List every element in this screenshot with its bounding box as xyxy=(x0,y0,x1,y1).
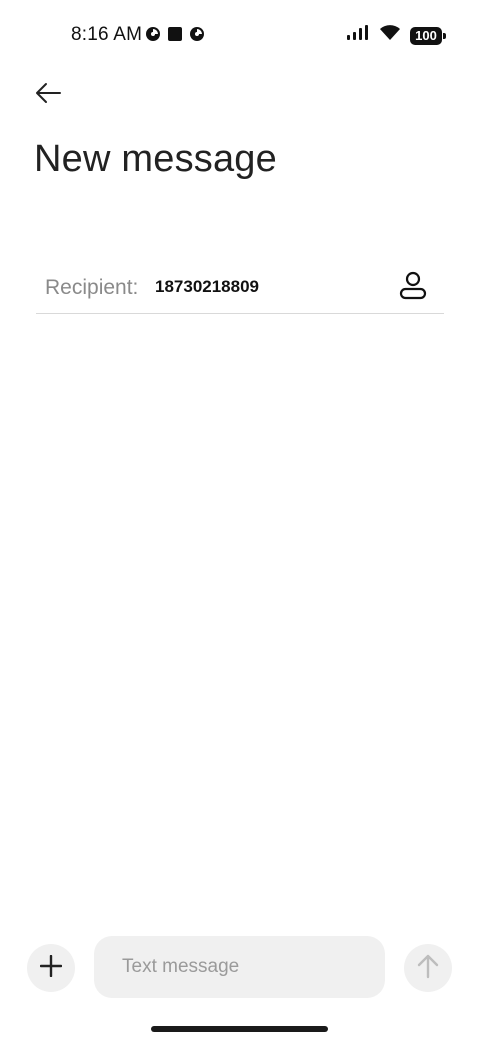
message-box xyxy=(94,936,385,998)
signal-icon xyxy=(346,24,370,47)
arrow-up-icon xyxy=(417,953,439,984)
message-input[interactable] xyxy=(122,952,362,982)
notification-app-icon xyxy=(189,26,205,47)
status-bar: 8:16 AM 100 xyxy=(0,0,480,70)
square-notification-icon xyxy=(167,26,183,47)
contact-picker-button[interactable] xyxy=(396,270,430,304)
back-button[interactable] xyxy=(30,78,66,112)
message-composer xyxy=(0,936,480,1000)
home-indicator[interactable] xyxy=(151,1026,328,1032)
recipient-row: Recipient: xyxy=(36,262,444,314)
notification-app-icon xyxy=(145,26,161,47)
status-time: 8:16 AM xyxy=(71,24,143,45)
plus-icon xyxy=(39,954,63,982)
battery-icon: 100 xyxy=(410,26,446,45)
page-title: New message xyxy=(34,138,277,180)
person-icon xyxy=(399,270,427,305)
recipient-label: Recipient: xyxy=(45,276,139,299)
send-button[interactable] xyxy=(404,944,452,992)
status-notification-icons xyxy=(145,26,205,47)
wifi-icon xyxy=(378,24,402,47)
recipient-input[interactable] xyxy=(155,272,375,302)
status-system-icons: 100 xyxy=(346,24,446,47)
arrow-left-icon xyxy=(34,82,62,109)
attach-button[interactable] xyxy=(27,944,75,992)
